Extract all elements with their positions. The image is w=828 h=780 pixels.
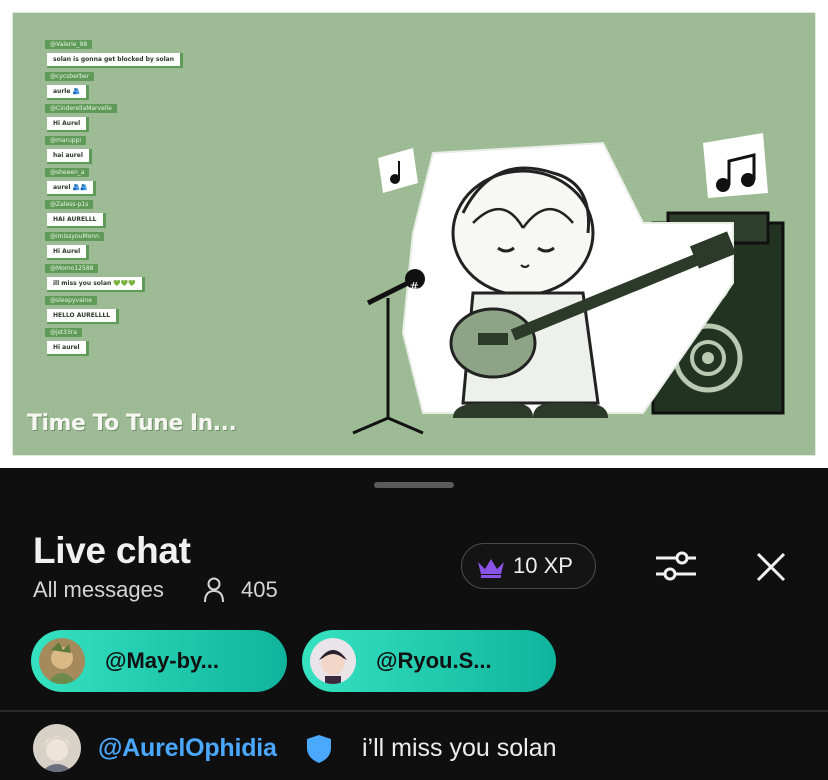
chat-title: Live chat	[33, 530, 191, 571]
stream-frame[interactable]: @Valerie_98 solan is gonna get blocked by…	[12, 12, 816, 456]
overlay-chat-user: @Momo12588	[45, 264, 99, 273]
overlay-chat-user: @Zaless-p1s	[45, 200, 94, 209]
avatar	[39, 638, 85, 684]
pinned-chip-ryou[interactable]: @Ryou.S...	[302, 630, 556, 692]
stream-title: Time To Tune In...	[27, 411, 237, 436]
overlay-chat-message: @jst33ra Hi aurel	[45, 321, 205, 356]
chip-label: @Ryou.S...	[376, 648, 492, 673]
overlay-chat-message: @Momo12588 ill miss you solan 💚💚💚	[45, 257, 205, 292]
overlay-chat-message: @Valerie_98 solan is gonna get blocked by…	[45, 33, 205, 68]
overlay-chat-user: @CinderellaMarvelle	[45, 104, 117, 113]
overlay-chat-user: @sleepyvaine	[45, 296, 97, 305]
overlay-chat-message: @maruppi hai aurel	[45, 129, 205, 164]
overlay-chat-user: @sheeen_a	[45, 168, 90, 177]
overlay-chat-list: @Valerie_98 solan is gonna get blocked by…	[45, 33, 205, 356]
pinned-chip-may[interactable]: @May-by...	[31, 630, 287, 692]
crown-icon	[478, 559, 504, 578]
xp-label: 10 XP	[513, 553, 573, 578]
overlay-chat-message: @sleepyvaine HELLO AURELLLL	[45, 289, 205, 324]
overlay-chat-message: @sheeen_a aurel 🫂🫂	[45, 161, 205, 196]
stream-artwork: #	[352, 133, 785, 435]
message-author[interactable]: @AurelOphidia	[98, 734, 277, 763]
viewer-count: 405	[241, 577, 278, 602]
live-chat-panel: Live chat All messages 405 10 XP @May-by…	[0, 468, 828, 780]
message-text: i’ll miss you solan	[362, 734, 557, 762]
drag-handle[interactable]	[374, 482, 454, 488]
filter-sliders-icon[interactable]	[654, 546, 698, 586]
svg-text:#: #	[409, 280, 419, 294]
avatar[interactable]	[33, 724, 81, 772]
user-icon	[204, 577, 224, 603]
overlay-chat-message: @CinderellaMarvelle Hi Aurel	[45, 97, 205, 132]
overlay-chat-user: @cycsberber	[45, 72, 95, 81]
video-player[interactable]: @Valerie_98 solan is gonna get blocked by…	[0, 0, 828, 468]
overlay-chat-user: @maruppi	[45, 136, 87, 145]
avatar	[310, 638, 356, 684]
overlay-chat-message: @Zaless-p1s HAI AURELLL	[45, 193, 205, 228]
shield-icon	[307, 735, 331, 763]
chat-filter-dropdown[interactable]: All messages	[33, 577, 164, 603]
overlay-chat-user: @Valerie_98	[45, 40, 93, 49]
chip-label: @May-by...	[105, 648, 219, 673]
overlay-chat-user: @jst33ra	[45, 328, 82, 337]
close-icon[interactable]	[754, 550, 788, 584]
overlay-chat-user: @imissyouMonn	[45, 232, 104, 241]
divider	[0, 710, 828, 712]
overlay-chat-message: @imissyouMonn Hi Aurel	[45, 225, 205, 260]
overlay-chat-message: @cycsberber aurle 🫂	[45, 65, 205, 100]
overlay-chat-text: Hi aurel	[47, 341, 89, 356]
